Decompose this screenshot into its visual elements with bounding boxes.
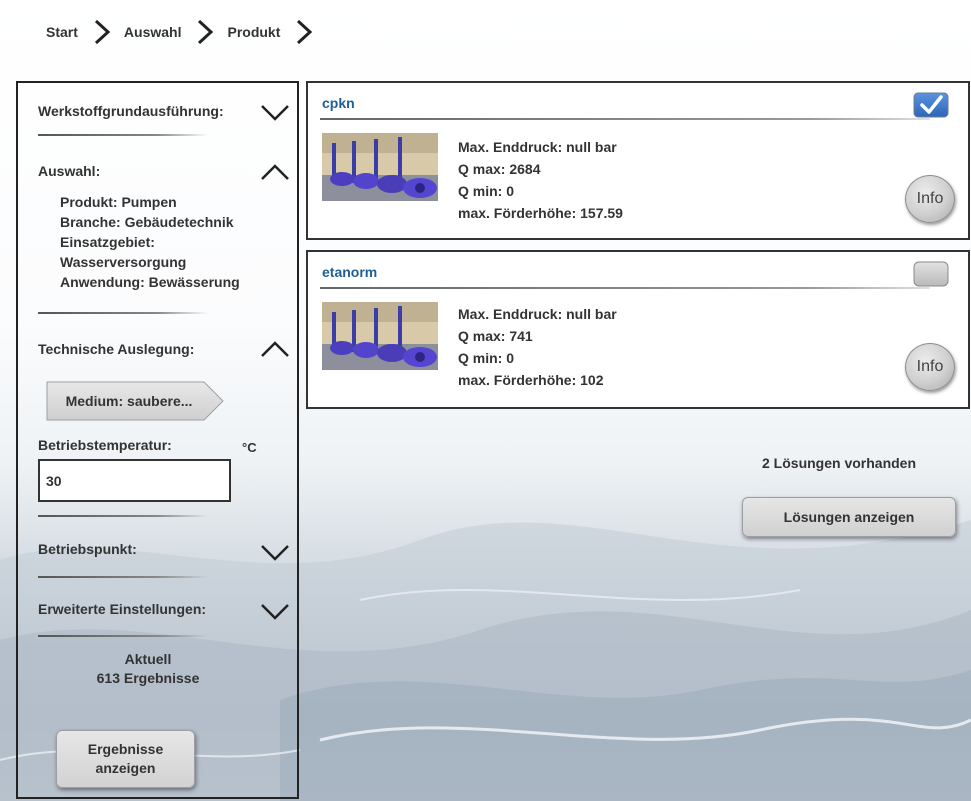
breadcrumb: Start Auswahl Produkt <box>46 18 326 46</box>
spec-q-max: Q max: 741 <box>458 328 533 344</box>
selection-product: Produkt: Pumpen <box>60 194 177 210</box>
show-results-button[interactable]: Ergebnisse anzeigen <box>56 730 195 788</box>
section-divider <box>38 312 208 314</box>
section-divider <box>38 515 208 517</box>
spec-max-pressure: Max. Enddruck: null bar <box>458 139 617 155</box>
spec-q-max: Q max: 2684 <box>458 161 541 177</box>
medium-selector-label: Medium: saubere... <box>65 393 193 409</box>
spec-max-pressure: Max. Enddruck: null bar <box>458 306 617 322</box>
section-divider <box>38 576 208 578</box>
spec-max-head: max. Förderhöhe: 157.59 <box>458 205 623 221</box>
breadcrumb-produkt[interactable]: Produkt <box>227 24 280 40</box>
show-solutions-button[interactable]: Lösungen anzeigen <box>742 497 956 537</box>
chevron-right-icon <box>297 19 313 45</box>
spec-max-head: max. Förderhöhe: 102 <box>458 372 604 388</box>
chevron-up-icon[interactable] <box>260 340 290 358</box>
chevron-up-icon[interactable] <box>260 163 290 181</box>
selection-field-label: Einsatzgebiet: <box>60 234 155 250</box>
info-button[interactable]: Info <box>905 175 955 223</box>
material-section-title: Werkstoffgrundausführung: <box>38 103 224 119</box>
temperature-label: Betriebstemperatur: <box>38 437 172 453</box>
show-results-label-line1: Ergebnisse <box>87 741 164 757</box>
checkbox-unchecked-icon[interactable] <box>913 261 949 287</box>
product-card: cpkn Max. Enddruck: null bar Q max: 2684… <box>306 81 970 240</box>
checkbox-checked-icon[interactable] <box>913 92 949 118</box>
section-divider <box>38 134 208 136</box>
breadcrumb-auswahl[interactable]: Auswahl <box>124 24 182 40</box>
show-results-label-line2: anzeigen <box>95 760 156 776</box>
chevron-right-icon <box>198 19 214 45</box>
pump-room-image <box>322 133 438 201</box>
technical-section-title: Technische Auslegung: <box>38 341 195 357</box>
selection-application: Anwendung: Bewässerung <box>60 274 240 290</box>
chevron-down-icon[interactable] <box>260 104 290 122</box>
chevron-down-icon[interactable] <box>260 603 290 621</box>
temperature-unit: °C <box>242 440 257 455</box>
info-button[interactable]: Info <box>905 343 955 391</box>
section-divider <box>38 635 208 637</box>
current-label: Aktuell <box>124 651 172 667</box>
product-name[interactable]: cpkn <box>322 95 355 111</box>
card-divider <box>320 287 930 289</box>
spec-q-min: Q min: 0 <box>458 183 515 199</box>
breadcrumb-start[interactable]: Start <box>46 24 78 40</box>
operating-point-section-title: Betriebspunkt: <box>38 541 137 557</box>
card-divider <box>320 118 930 120</box>
results-count: 613 Ergebnisse <box>96 670 200 686</box>
selection-section-title: Auswahl: <box>38 163 101 179</box>
product-card: etanorm Max. Enddruck: null bar Q max: 7… <box>306 250 970 409</box>
spec-q-min: Q min: 0 <box>458 350 515 366</box>
selection-industry: Branche: Gebäudetechnik <box>60 214 234 230</box>
chevron-down-icon[interactable] <box>260 544 290 562</box>
pump-room-image <box>322 302 438 370</box>
temperature-input[interactable] <box>38 459 231 502</box>
advanced-section-title: Erweiterte Einstellungen: <box>38 601 207 617</box>
medium-selector-button[interactable]: Medium: saubere... <box>44 379 226 423</box>
selection-field-value: Wasserversorgung <box>60 254 187 270</box>
filter-sidebar: Werkstoffgrundausführung: Auswahl: Produ… <box>16 81 299 799</box>
chevron-right-icon <box>94 19 111 45</box>
solutions-count: 2 Lösungen vorhanden <box>762 455 917 471</box>
product-name[interactable]: etanorm <box>322 264 377 280</box>
